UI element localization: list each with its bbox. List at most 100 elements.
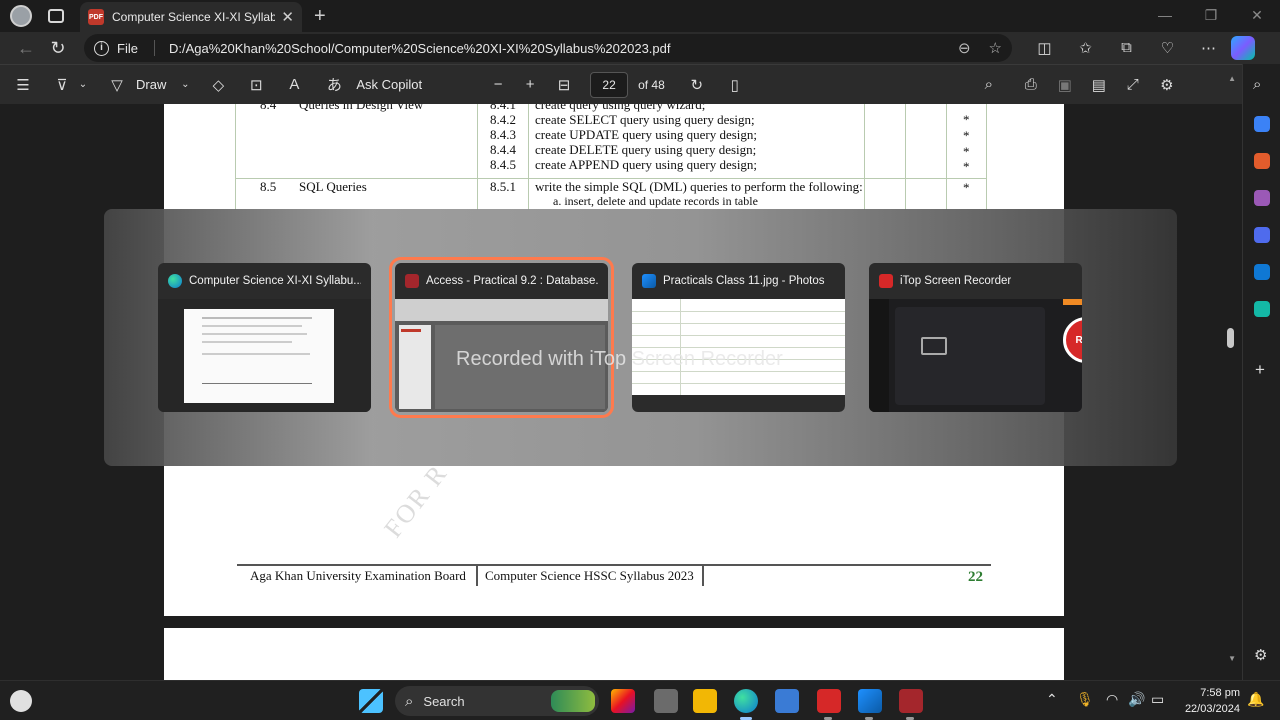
switcher-card-access[interactable]: Access - Practical 9.2 : Database... xyxy=(389,257,614,418)
photos-taskbar-icon[interactable] xyxy=(858,689,882,713)
table-line xyxy=(946,104,947,210)
draw-icon[interactable]: ▽ xyxy=(104,76,130,94)
microphone-icon[interactable]: 🎙 xyxy=(1076,691,1094,708)
chevron-down-icon[interactable]: ⌄ xyxy=(76,79,90,90)
read-aloud-icon[interactable]: A xyxy=(280,76,308,93)
clock[interactable]: 7:58 pm 22/03/2024 xyxy=(1185,685,1240,717)
page-number-input[interactable]: 22 xyxy=(590,71,629,98)
learning-outcome: create DELETE query using query design; xyxy=(535,142,757,157)
window-thumbnail xyxy=(158,299,371,412)
copilot-sidebar-icon[interactable] xyxy=(1254,227,1270,243)
edge-taskbar-icon[interactable] xyxy=(734,689,758,713)
task-view-icon[interactable] xyxy=(654,689,678,713)
favorites-icon[interactable]: ✩ xyxy=(1065,39,1106,57)
chevron-up-icon[interactable]: ⌃ xyxy=(1046,691,1058,708)
divider xyxy=(153,40,155,56)
notification-bell-icon[interactable]: 🔔 xyxy=(1247,691,1264,708)
switcher-card-photos[interactable]: Practicals Class 11.jpg - Photos xyxy=(632,263,845,412)
games-icon[interactable] xyxy=(1254,190,1270,206)
favorite-star-icon[interactable]: ☆ xyxy=(989,39,1002,57)
star-mark: * xyxy=(963,180,970,195)
search-highlight-icon xyxy=(551,690,595,712)
switcher-card-itop-recorder[interactable]: iTop Screen Recorder REC xyxy=(869,263,1082,412)
split-screen-icon[interactable]: ◫ xyxy=(1024,39,1065,57)
weather-icon[interactable] xyxy=(10,690,32,712)
itop-recorder-taskbar-icon[interactable] xyxy=(817,689,841,713)
sidebar-settings-icon[interactable]: ⚙ xyxy=(1254,646,1267,664)
star-mark: * xyxy=(963,144,970,159)
tag-icon[interactable] xyxy=(1254,116,1270,132)
switcher-card-edge[interactable]: Computer Science XI-XI Syllabu... xyxy=(158,263,371,412)
ask-copilot-button[interactable]: Ask Copilot xyxy=(356,77,422,92)
outlook-icon[interactable] xyxy=(1254,264,1270,280)
page-view-icon[interactable]: ▯ xyxy=(721,76,749,94)
rotate-icon[interactable]: ↻ xyxy=(683,76,711,94)
footer-board-name: Aga Khan University Examination Board xyxy=(250,568,466,583)
card-title: Access - Practical 9.2 : Database... xyxy=(426,275,598,287)
new-tab-icon[interactable]: + xyxy=(314,5,326,28)
photos-app-icon xyxy=(642,274,656,288)
table-of-contents-icon[interactable]: ☰ xyxy=(8,76,38,94)
file-explorer-icon[interactable] xyxy=(693,689,717,713)
pdf-file-icon: PDF xyxy=(88,9,104,25)
table-line xyxy=(477,104,478,210)
fit-page-icon[interactable]: ⊟ xyxy=(550,76,578,94)
more-menu-icon[interactable]: ⋯ xyxy=(1188,39,1229,57)
highlight-icon[interactable]: ⊽ xyxy=(48,76,76,94)
refresh-icon[interactable]: ↻ xyxy=(42,38,74,59)
wifi-icon[interactable]: ◠ xyxy=(1106,691,1118,708)
tab-actions-icon[interactable] xyxy=(48,9,64,23)
url-text[interactable]: D:/Aga%20Khan%20School/Computer%20Scienc… xyxy=(169,41,940,56)
tab-close-icon[interactable]: ✕ xyxy=(281,8,294,26)
access-taskbar-icon[interactable] xyxy=(899,689,923,713)
store-icon[interactable] xyxy=(775,689,799,713)
search-icon[interactable]: ⌕ xyxy=(1253,76,1261,93)
erase-icon[interactable]: ◇ xyxy=(204,76,232,94)
search-icon[interactable]: ⌕ xyxy=(975,76,1003,93)
chevron-down-icon[interactable]: ⌄ xyxy=(178,79,192,90)
maximize-icon[interactable]: ❐ xyxy=(1188,0,1234,32)
save-icon[interactable]: ▣ xyxy=(1051,76,1079,94)
info-icon[interactable]: i xyxy=(94,40,109,56)
search-label: Search xyxy=(423,693,465,709)
address-bar[interactable]: i File D:/Aga%20Khan%20School/Computer%2… xyxy=(84,34,1012,62)
save-as-icon[interactable]: ▤ xyxy=(1085,76,1113,94)
briefcase-icon[interactable] xyxy=(1254,153,1270,169)
learning-outcome: create UPDATE query using query design; xyxy=(535,127,758,142)
send-icon[interactable] xyxy=(1254,301,1270,317)
browser-tab-strip: PDF Computer Science XI-XI Syllabus ✕ + … xyxy=(0,0,1280,32)
minimize-icon[interactable]: — xyxy=(1142,0,1188,32)
access-app-icon xyxy=(405,274,419,288)
copilot-taskbar-icon[interactable] xyxy=(611,689,635,713)
scroll-down-arrow[interactable]: ▼ xyxy=(1228,654,1236,663)
clock-time: 7:58 pm xyxy=(1200,687,1240,699)
scroll-up-arrow[interactable]: ▲ xyxy=(1228,74,1236,83)
zoom-in-icon[interactable]: + xyxy=(516,76,544,93)
scrollbar-thumb[interactable] xyxy=(1227,328,1234,348)
browser-essentials-icon[interactable]: ♡ xyxy=(1147,39,1188,57)
search-icon: ⌕ xyxy=(405,692,414,710)
fullscreen-icon[interactable]: ⤢ xyxy=(1119,76,1147,93)
settings-gear-icon[interactable]: ⚙ xyxy=(1153,76,1181,94)
zoom-out-icon[interactable]: − xyxy=(484,76,512,93)
add-text-icon[interactable]: ⊡ xyxy=(242,76,270,94)
collections-icon[interactable]: ⧉ xyxy=(1106,39,1147,57)
subsection-code: 8.4.5 xyxy=(490,157,516,172)
close-window-icon[interactable]: ✕ xyxy=(1234,0,1280,32)
battery-icon[interactable]: ▭ xyxy=(1151,691,1164,708)
copilot-icon[interactable] xyxy=(1231,36,1255,60)
back-arrow-icon[interactable]: ← xyxy=(10,38,42,59)
translate-icon[interactable]: あ xyxy=(320,74,348,95)
print-icon[interactable]: ⎙ xyxy=(1017,76,1045,93)
windows-start-icon[interactable] xyxy=(359,689,383,713)
edge-sidebar: ⌕ + ⚙ xyxy=(1242,64,1280,680)
draw-button[interactable]: Draw xyxy=(136,77,166,92)
window-thumbnail: REC xyxy=(869,299,1082,412)
volume-icon[interactable]: 🔊 xyxy=(1128,691,1145,708)
profile-avatar[interactable] xyxy=(10,5,32,27)
footer-page-number: 22 xyxy=(968,569,983,585)
taskbar-search-box[interactable]: ⌕ Search xyxy=(395,686,599,716)
browser-tab-pdf[interactable]: PDF Computer Science XI-XI Syllabus ✕ xyxy=(80,2,302,32)
zoom-icon[interactable]: ⊖ xyxy=(958,39,971,57)
add-sidebar-app-icon[interactable]: + xyxy=(1255,360,1265,380)
